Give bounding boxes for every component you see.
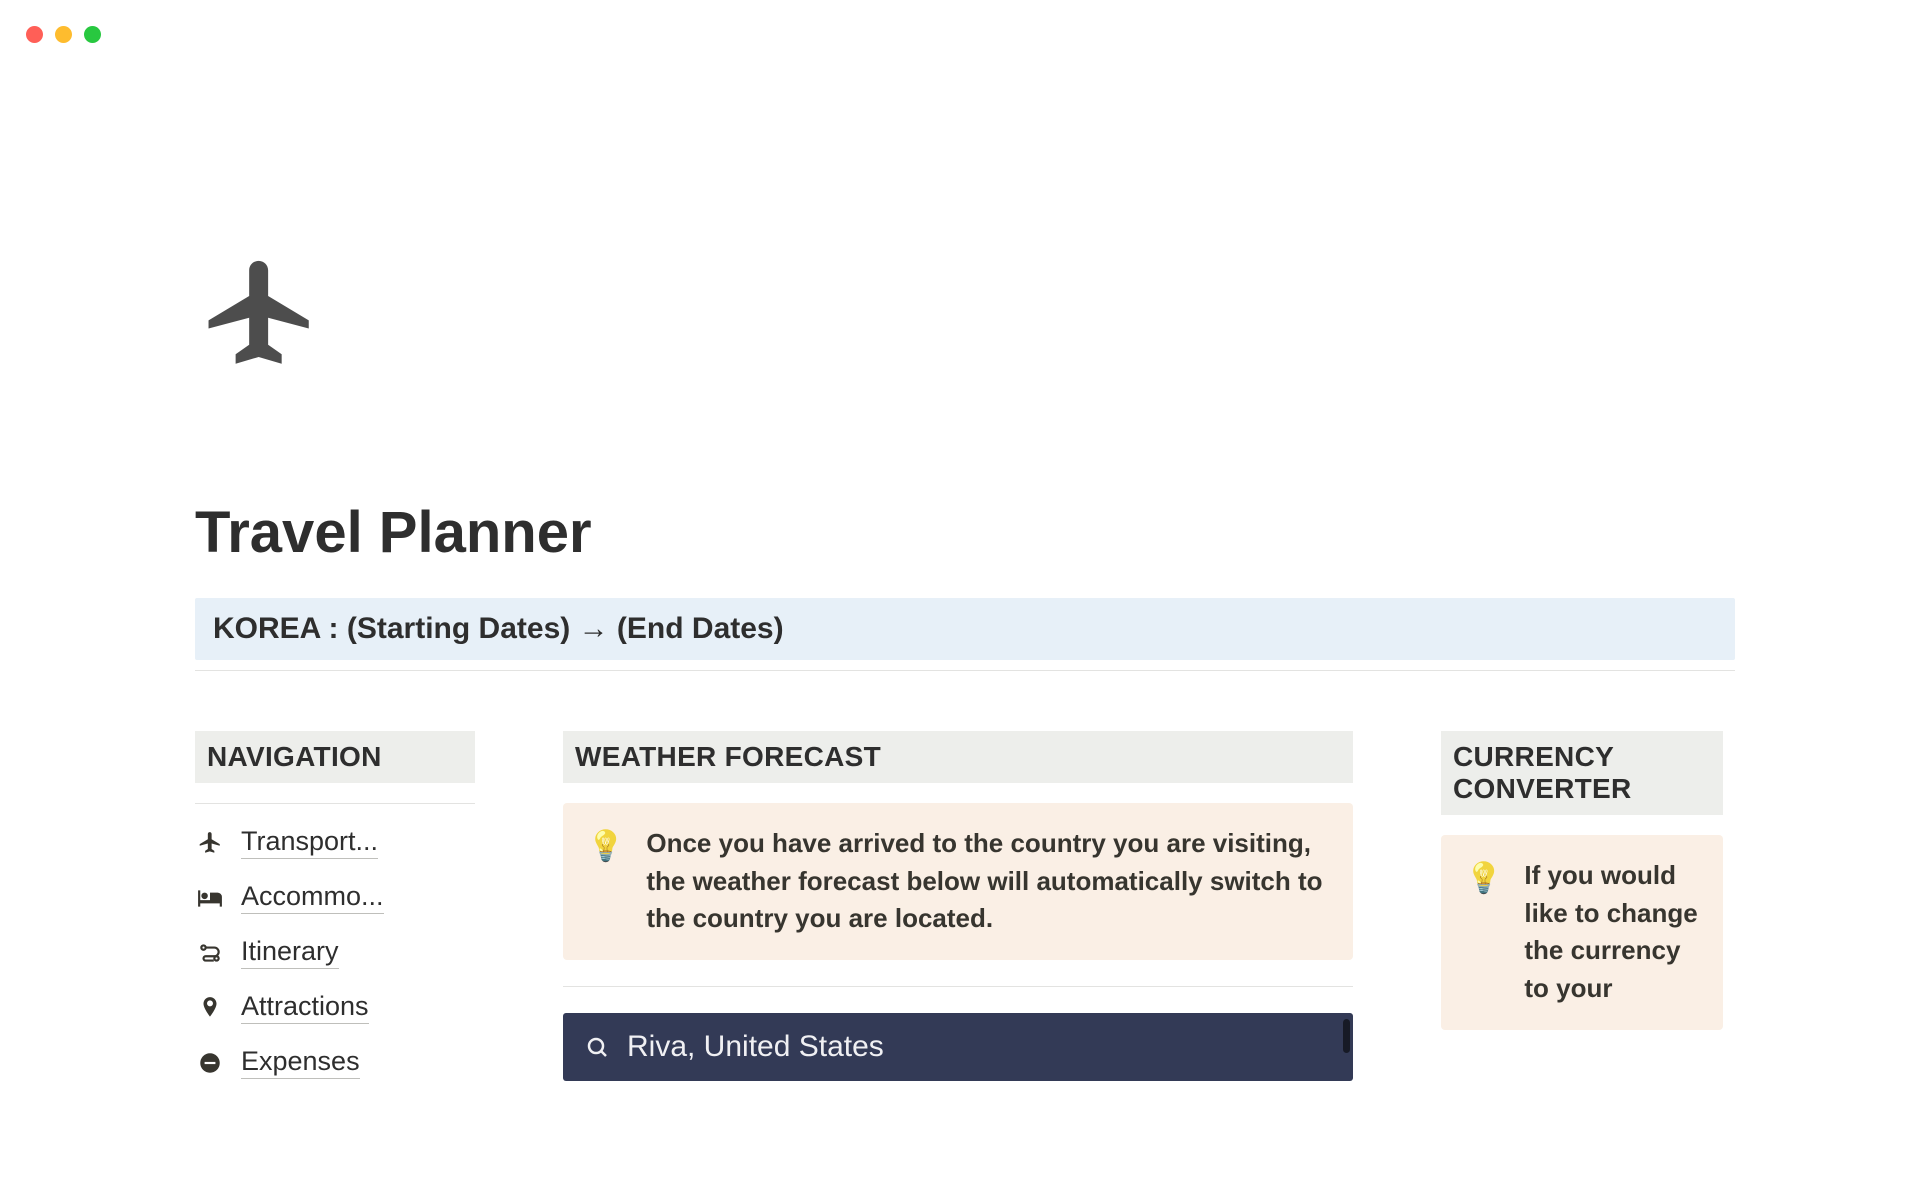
airplane-icon bbox=[195, 250, 325, 380]
currency-heading: CURRENCY CONVERTER bbox=[1441, 731, 1723, 815]
nav-item-label: Expenses bbox=[241, 1046, 360, 1079]
nav-item-label: Attractions bbox=[241, 991, 369, 1024]
window-close-icon[interactable] bbox=[26, 26, 43, 43]
weather-heading: WEATHER FORECAST bbox=[563, 731, 1353, 783]
bed-icon bbox=[195, 885, 225, 911]
navigation-heading: NAVIGATION bbox=[195, 731, 475, 783]
weather-search-value: Riva, United States bbox=[627, 1030, 884, 1064]
weather-callout-text: Once you have arrived to the country you… bbox=[646, 825, 1329, 938]
lightbulb-icon: 💡 bbox=[1465, 857, 1502, 1008]
divider bbox=[195, 670, 1735, 671]
nav-item-label: Itinerary bbox=[241, 936, 339, 969]
currency-callout: 💡 If you would like to change the curren… bbox=[1441, 835, 1723, 1030]
window-minimize-icon[interactable] bbox=[55, 26, 72, 43]
route-icon bbox=[195, 940, 225, 966]
nav-item-transport[interactable]: Transport... bbox=[195, 826, 475, 859]
scrollbar-thumb[interactable] bbox=[1343, 1019, 1350, 1053]
search-icon bbox=[585, 1035, 609, 1059]
weather-search-bar[interactable]: Riva, United States bbox=[563, 1013, 1353, 1081]
page-title[interactable]: Travel Planner bbox=[195, 499, 1735, 566]
columns: NAVIGATION Transport... Accommo... bbox=[195, 731, 1735, 1081]
window-traffic-lights bbox=[26, 26, 101, 43]
window-zoom-icon[interactable] bbox=[84, 26, 101, 43]
weather-callout: 💡 Once you have arrived to the country y… bbox=[563, 803, 1353, 960]
navigation-column: NAVIGATION Transport... Accommo... bbox=[195, 731, 475, 1079]
nav-item-accommodation[interactable]: Accommo... bbox=[195, 881, 475, 914]
currency-column: CURRENCY CONVERTER 💡 If you would like t… bbox=[1441, 731, 1723, 1030]
page-icon-airplane[interactable] bbox=[195, 250, 1735, 399]
minus-circle-icon bbox=[195, 1050, 225, 1076]
lightbulb-icon: 💡 bbox=[587, 825, 624, 938]
map-pin-icon bbox=[195, 995, 225, 1021]
nav-item-expenses[interactable]: Expenses bbox=[195, 1046, 475, 1079]
nav-item-label: Transport... bbox=[241, 826, 378, 859]
divider bbox=[195, 803, 475, 804]
weather-column: WEATHER FORECAST 💡 Once you have arrived… bbox=[563, 731, 1353, 1081]
trip-date-banner[interactable]: KOREA : (Starting Dates) → (End Dates) bbox=[195, 598, 1735, 660]
airplane-icon bbox=[195, 830, 225, 856]
page-content: Travel Planner KOREA : (Starting Dates) … bbox=[195, 250, 1735, 1081]
divider bbox=[563, 986, 1353, 987]
currency-callout-text: If you would like to change the currency… bbox=[1524, 857, 1699, 1008]
nav-item-itinerary[interactable]: Itinerary bbox=[195, 936, 475, 969]
nav-item-label: Accommo... bbox=[241, 881, 384, 914]
navigation-list: Transport... Accommo... Itinerary bbox=[195, 826, 475, 1079]
nav-item-attractions[interactable]: Attractions bbox=[195, 991, 475, 1024]
